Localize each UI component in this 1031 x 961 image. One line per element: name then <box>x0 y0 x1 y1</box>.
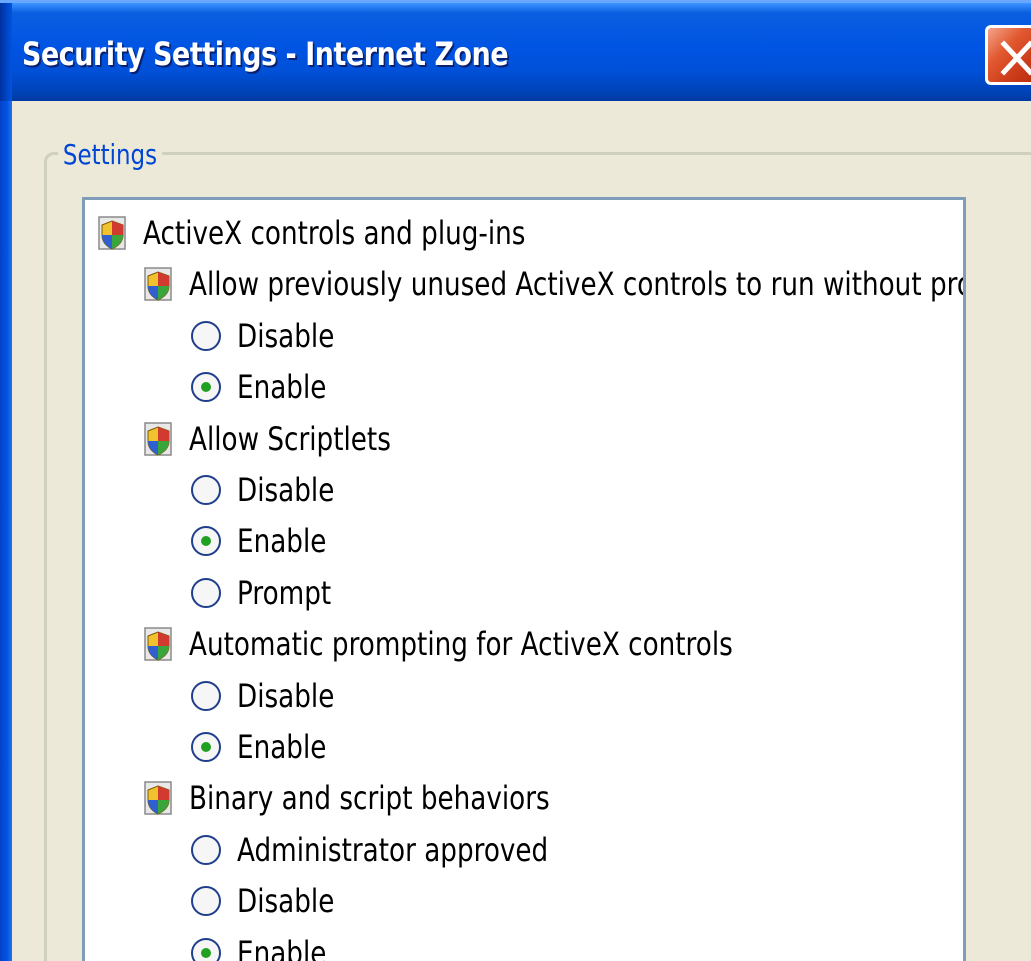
radio-option-label: Enable <box>237 728 327 766</box>
settings-group-label: Settings <box>58 138 163 171</box>
radio-icon <box>191 834 221 865</box>
radio-icon <box>191 937 221 961</box>
settings-tree-list[interactable]: ActiveX controls and plug-ins Allow previ… <box>82 197 966 961</box>
tree-setting-label: Binary and script behaviors <box>189 779 550 818</box>
radio-option[interactable]: Disable <box>189 876 356 926</box>
tree-setting: Automatic prompting for ActiveX controls <box>143 619 852 669</box>
tree-setting-label: Automatic prompting for ActiveX controls <box>189 625 733 664</box>
radio-option-label: Disable <box>237 882 335 921</box>
radio-option-label: Prompt <box>237 573 332 612</box>
radio-option[interactable]: Disable <box>189 671 356 721</box>
radio-option-label: Enable <box>237 368 327 407</box>
shield-icon <box>98 216 126 250</box>
radio-option-label: Administrator approved <box>237 830 549 869</box>
radio-icon <box>191 526 221 557</box>
tree-setting-label: Allow Scriptlets <box>189 419 391 458</box>
window-frame-edge <box>0 3 12 104</box>
radio-icon <box>191 732 221 762</box>
title-bar[interactable]: Security Settings - Internet Zone <box>0 0 1031 104</box>
radio-icon <box>191 577 221 608</box>
tree-setting: Allow Scriptlets <box>143 414 435 464</box>
tree-setting-label: Allow previously unused ActiveX controls… <box>189 265 966 304</box>
security-settings-dialog: Security Settings - Internet Zone Settin… <box>0 0 1031 961</box>
tree-category-label: ActiveX controls and plug-ins <box>143 214 526 252</box>
close-button[interactable] <box>985 25 1031 85</box>
tree-category: ActiveX controls and plug-ins <box>97 208 609 258</box>
radio-option-label: Disable <box>237 471 335 509</box>
close-icon <box>1000 40 1031 76</box>
shield-icon <box>144 627 172 661</box>
radio-icon <box>191 475 221 505</box>
window-title: Security Settings - Internet Zone <box>22 35 509 73</box>
radio-option[interactable]: Enable <box>189 928 346 961</box>
radio-option-label: Enable <box>237 933 327 961</box>
shield-icon <box>144 781 172 816</box>
radio-option[interactable]: Enable <box>189 722 346 772</box>
radio-icon <box>191 886 221 917</box>
radio-option-label: Disable <box>237 316 335 355</box>
radio-option[interactable]: Enable <box>189 362 346 412</box>
radio-icon <box>191 372 221 403</box>
tree-setting: Binary and script behaviors <box>143 773 629 823</box>
radio-icon <box>191 680 221 711</box>
radio-option[interactable]: Disable <box>189 311 356 361</box>
shield-icon <box>144 267 172 302</box>
radio-icon <box>191 320 221 351</box>
radio-option[interactable]: Administrator approved <box>189 825 617 875</box>
tree-setting: Allow previously unused ActiveX controls… <box>143 259 966 309</box>
radio-option[interactable]: Enable <box>189 516 346 566</box>
radio-option-label: Enable <box>237 522 327 561</box>
radio-option[interactable]: Prompt <box>189 568 352 618</box>
shield-icon <box>144 421 172 456</box>
window-left-border <box>0 101 12 961</box>
radio-option-label: Disable <box>237 676 335 715</box>
radio-option[interactable]: Disable <box>189 465 356 515</box>
